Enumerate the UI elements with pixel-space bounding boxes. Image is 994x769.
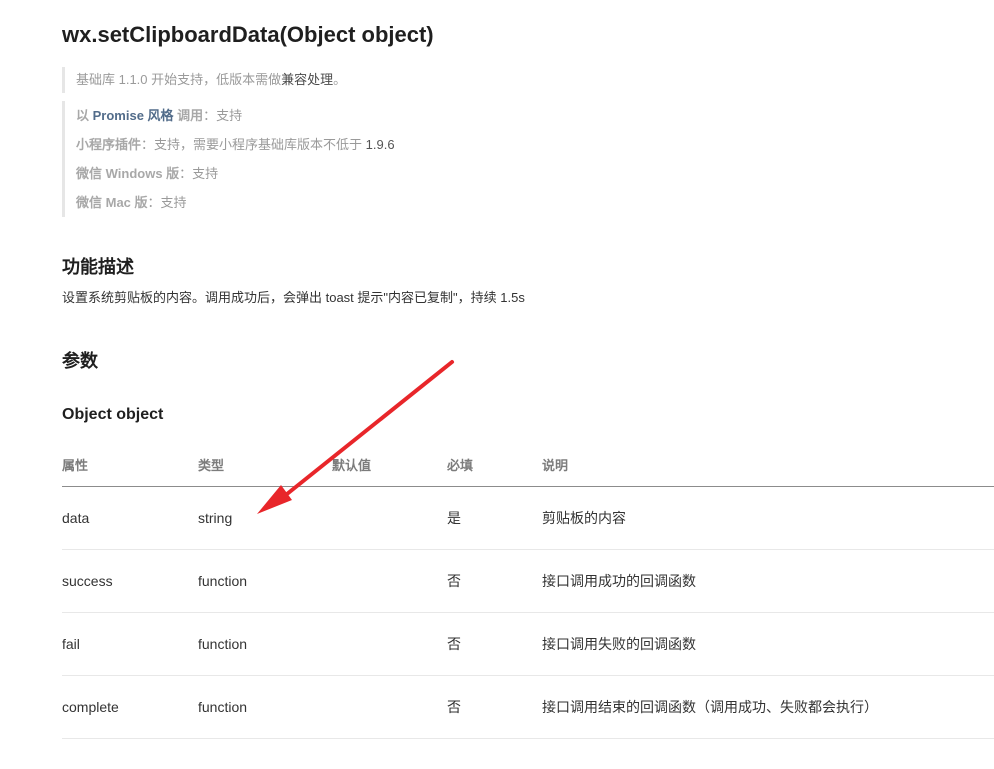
support-row-mac: 微信 Mac 版：支持 [76,188,562,217]
col-header-description: 说明 [542,442,994,487]
cell-desc: 接口调用失败的回调函数 [542,612,994,676]
cell-type: function [198,675,332,739]
page-title: wx.setClipboardData(Object object) [62,22,434,47]
cell-default [332,612,447,676]
compat-link[interactable]: 兼容处理 [281,72,333,87]
support-label-promise: 以 Promise 风格 调用 [76,108,203,123]
cell-name: complete [62,675,198,739]
cell-desc: 剪贴板的内容 [542,486,994,550]
cell-required: 否 [447,549,542,613]
table-row: data string 是 剪贴板的内容 [62,486,994,550]
col-header-type: 类型 [198,442,332,487]
support-row-windows: 微信 Windows 版：支持 [76,159,562,188]
cell-name: data [62,486,198,550]
table-header-row: 属性 类型 默认值 必填 说明 [62,442,994,487]
support-value-plugin: ：支持，需要小程序基础库版本不低于 [141,137,366,152]
compat-notice-suffix: 。 [333,72,347,87]
support-info: 以 Promise 风格 调用：支持 小程序插件：支持，需要小程序基础库版本不低… [62,101,562,217]
cell-default [332,549,447,613]
cell-required: 否 [447,675,542,739]
description-text: 设置系统剪贴板的内容。调用成功后，会弹出 toast 提示"内容已复制"，持续 … [62,290,525,305]
compat-notice-text: 基础库 1.1.0 开始支持，低版本需做 [76,72,282,87]
params-table: 属性 类型 默认值 必填 说明 data string 是 剪贴板的内容 suc… [62,442,994,739]
params-heading: 参数 [62,351,98,371]
cell-desc: 接口调用结束的回调函数（调用成功、失败都会执行） [542,675,994,739]
promise-suffix: 调用 [173,108,204,123]
promise-style-link[interactable]: Promise 风格 [93,108,174,123]
cell-name: success [62,549,198,613]
table-row: fail function 否 接口调用失败的回调函数 [62,612,994,676]
cell-required: 是 [447,486,542,550]
compat-notice: 基础库 1.1.0 开始支持，低版本需做兼容处理。 [62,67,562,93]
support-label-windows: 微信 Windows 版 [76,166,180,181]
col-header-default: 默认值 [332,442,447,487]
cell-required: 否 [447,612,542,676]
description-heading: 功能描述 [62,257,134,277]
cell-type: function [198,612,332,676]
support-label-plugin[interactable]: 小程序插件 [76,137,141,152]
cell-default [332,486,447,550]
cell-default [332,675,447,739]
cell-type: function [198,549,332,613]
table-row: success function 否 接口调用成功的回调函数 [62,549,994,613]
support-row-plugin: 小程序插件：支持，需要小程序基础库版本不低于 1.9.6 [76,130,562,159]
cell-name: fail [62,612,198,676]
table-row: complete function 否 接口调用结束的回调函数（调用成功、失败都… [62,675,994,739]
support-value-windows: ：支持 [179,166,219,181]
plugin-min-version: 1.9.6 [365,137,395,152]
cell-desc: 接口调用成功的回调函数 [542,549,994,613]
cell-type: string [198,486,332,550]
col-header-property: 属性 [62,442,198,487]
support-value-promise: ：支持 [203,108,243,123]
object-heading: Object object [62,406,164,423]
promise-prefix: 以 [76,108,93,123]
support-label-mac: 微信 Mac 版 [76,195,148,210]
support-value-mac: ：支持 [147,195,187,210]
support-row-promise: 以 Promise 风格 调用：支持 [76,101,562,130]
col-header-required: 必填 [447,442,542,487]
